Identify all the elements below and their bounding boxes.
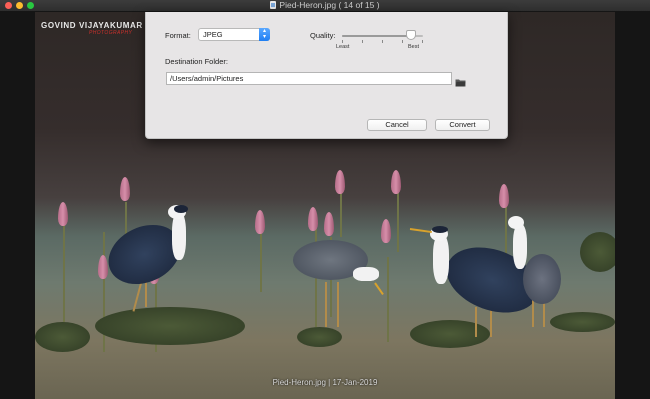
document-icon	[270, 1, 277, 9]
cancel-button[interactable]: Cancel	[367, 119, 427, 131]
watermark-subtitle: PHOTOGRAPHY	[89, 30, 133, 36]
slider-tick	[342, 40, 343, 43]
format-selected-value: JPEG	[203, 30, 223, 39]
convert-dialog: Format: JPEG ▴ ▾ Quality: Least Best Dest…	[145, 12, 508, 139]
lily-pad	[35, 322, 90, 352]
lotus-bud	[391, 170, 401, 194]
quality-min-label: Least	[336, 44, 350, 50]
format-select[interactable]: JPEG ▴ ▾	[198, 28, 270, 41]
lily-pad	[580, 232, 615, 272]
quality-slider-fill	[342, 35, 411, 37]
heron-beak	[374, 282, 384, 296]
lotus-bud	[335, 170, 345, 194]
convert-button[interactable]: Convert	[435, 119, 490, 131]
lotus-stem	[397, 192, 399, 252]
heron-cap	[432, 226, 448, 233]
slider-tick	[362, 40, 363, 43]
lotus-bud	[98, 255, 108, 279]
quality-max-label: Best	[408, 44, 420, 50]
lotus-stem	[387, 257, 389, 342]
heron-leg	[337, 282, 339, 327]
lotus-bud	[120, 177, 130, 201]
watermark-name: GOVIND VIJAYAKUMAR	[41, 21, 143, 30]
heron-body	[523, 254, 561, 304]
right-margin	[615, 12, 650, 399]
quality-slider-thumb[interactable]	[405, 30, 416, 40]
heron-beak	[409, 228, 432, 234]
lotus-bud	[324, 212, 334, 236]
slider-tick	[402, 40, 403, 43]
slider-tick	[422, 40, 423, 43]
format-label: Format:	[165, 31, 191, 40]
destination-path-field[interactable]	[166, 72, 452, 85]
heron-neck	[172, 212, 186, 260]
lotus-stem	[260, 232, 262, 292]
heron-neck	[513, 224, 527, 269]
window-title: Pied-Heron.jpg ( 14 of 15 )	[0, 0, 650, 11]
lily-pad	[410, 320, 490, 348]
lotus-stem	[63, 212, 65, 322]
quality-ticks	[342, 40, 423, 43]
lotus-bud	[499, 184, 509, 208]
heron-neck	[433, 234, 449, 284]
photo-caption: Pied-Heron.jpg | 17-Jan-2019	[272, 378, 378, 387]
heron-leg	[490, 307, 492, 337]
destination-label: Destination Folder:	[165, 57, 228, 66]
lily-pad	[550, 312, 615, 332]
quality-label: Quality:	[310, 31, 336, 40]
lily-pad	[95, 307, 245, 345]
lotus-bud	[255, 210, 265, 234]
window-title-bar: Pied-Heron.jpg ( 14 of 15 )	[0, 0, 650, 12]
heron-leg	[325, 282, 327, 327]
folder-icon[interactable]	[455, 74, 466, 87]
heron-neck	[353, 267, 379, 281]
left-margin	[0, 12, 35, 399]
chevron-updown-icon[interactable]: ▴ ▾	[259, 28, 270, 41]
lotus-stem	[340, 187, 342, 237]
heron-head	[508, 216, 524, 229]
quality-slider[interactable]	[342, 30, 423, 40]
lotus-bud	[58, 202, 68, 226]
heron-leg	[475, 307, 477, 337]
lily-pad	[297, 327, 342, 347]
lotus-bud	[308, 207, 318, 231]
lotus-bud	[381, 219, 391, 243]
heron-cap	[174, 205, 188, 213]
window-title-text: Pied-Heron.jpg ( 14 of 15 )	[279, 0, 380, 10]
slider-tick	[382, 40, 383, 43]
